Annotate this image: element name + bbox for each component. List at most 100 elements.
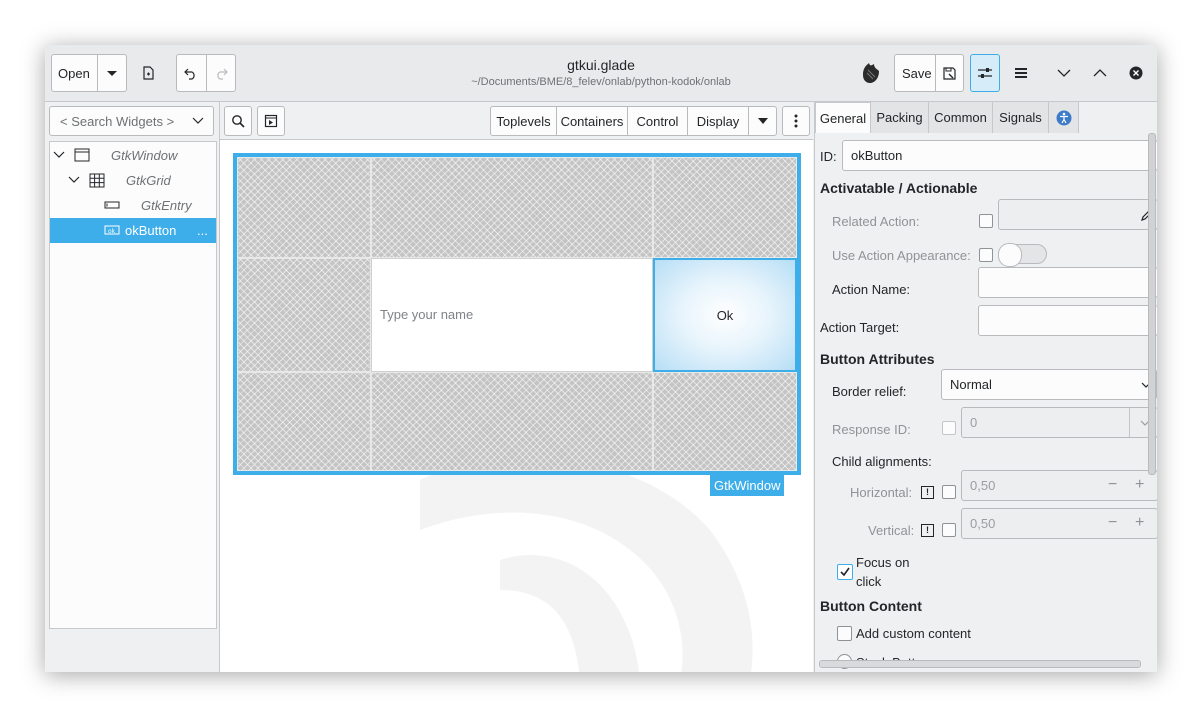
design-area: Toplevels Containers Control Display Typ…	[220, 102, 813, 672]
palette-toolbar: Toplevels Containers Control Display	[220, 102, 813, 140]
general-properties: ID: okButton Activatable / Actionable Re…	[815, 133, 1157, 672]
id-value: okButton	[851, 148, 903, 163]
tab-accessibility[interactable]	[1049, 102, 1079, 133]
search-icon	[232, 115, 245, 128]
horizontal-checkbox[interactable]	[942, 485, 956, 499]
open-button-group: Open	[51, 54, 127, 92]
response-id-combo[interactable]: 0	[961, 407, 1157, 438]
palette-display[interactable]: Display	[687, 106, 749, 136]
new-file-button[interactable]	[135, 54, 161, 92]
use-action-appearance-label: Use Action Appearance:	[832, 248, 971, 263]
add-custom-content-checkbox[interactable]	[837, 626, 852, 641]
vertical-value: 0,50	[970, 516, 996, 531]
minimize-button[interactable]	[1052, 59, 1076, 87]
split-divider	[206, 55, 207, 91]
more-icon	[794, 114, 798, 128]
tree-row-gtkentry[interactable]: GtkEntry	[50, 193, 216, 218]
gtkwindow-preview[interactable]: Type your name Ok	[233, 153, 801, 475]
palette-options-button[interactable]	[782, 106, 810, 136]
section-actionable: Activatable / Actionable	[820, 180, 978, 196]
vertical-checkbox[interactable]	[942, 523, 956, 537]
open-button[interactable]: Open	[58, 66, 90, 81]
horizontal-spin[interactable]: 0,50 − +	[961, 470, 1157, 501]
tree-label: okButton	[125, 223, 177, 238]
window-subtitle: ~/Documents/BME/8_felev/onlab/python-kod…	[471, 76, 731, 88]
save-button-group: Save	[894, 54, 964, 92]
preview-icon	[264, 114, 278, 128]
widget-tree-pane: < Search Widgets > GtkWindow GtkGrid Gtk…	[45, 102, 220, 672]
palette-containers[interactable]: Containers	[556, 106, 628, 136]
name-entry-preview[interactable]: Type your name	[371, 258, 653, 372]
palette-search-button[interactable]	[224, 106, 252, 136]
tab-packing[interactable]: Packing	[871, 102, 929, 133]
close-button[interactable]	[1124, 59, 1148, 87]
horizontal-scrollbar[interactable]	[819, 660, 1141, 668]
vertical-scrollbar[interactable]	[1148, 133, 1156, 475]
tab-signals[interactable]: Signals	[993, 102, 1049, 133]
horizontal-increment[interactable]: +	[1135, 476, 1144, 494]
related-action-checkbox[interactable]	[979, 214, 993, 228]
use-action-appearance-switch[interactable]	[998, 243, 1047, 267]
widget-tree: GtkWindow GtkGrid GtkEntry ok okButton .…	[49, 141, 217, 629]
redo-button[interactable]	[214, 66, 228, 83]
tree-row-gtkwindow[interactable]: GtkWindow	[50, 143, 216, 168]
chevron-down-icon[interactable]	[68, 175, 80, 185]
focus-on-click-label-line1: Focus on	[856, 555, 910, 570]
tree-row-more[interactable]: ...	[197, 223, 208, 238]
tree-row-okbutton[interactable]: ok okButton ...	[50, 218, 216, 243]
grid-placeholder[interactable]	[653, 157, 797, 258]
button-widget-icon: ok	[104, 225, 120, 235]
grid-placeholder[interactable]	[237, 258, 371, 372]
add-custom-content-label: Add custom content	[856, 626, 971, 641]
maximize-button[interactable]	[1088, 59, 1112, 87]
grid-placeholder[interactable]	[653, 372, 797, 471]
chevron-down-icon	[757, 118, 768, 124]
properties-toggle-button[interactable]	[970, 54, 1000, 92]
response-id-checkbox[interactable]	[942, 421, 956, 435]
grid-placeholder[interactable]	[237, 157, 371, 258]
related-action-label: Related Action:	[832, 214, 920, 229]
save-button[interactable]: Save	[902, 66, 932, 81]
vertical-decrement[interactable]: −	[1108, 514, 1117, 532]
new-file-icon	[143, 66, 154, 80]
action-target-field[interactable]	[978, 305, 1157, 336]
horizontal-decrement[interactable]: −	[1108, 476, 1117, 494]
id-field[interactable]: okButton	[842, 140, 1157, 171]
palette-control[interactable]: Control	[627, 106, 688, 136]
vertical-increment[interactable]: +	[1135, 514, 1144, 532]
warning-icon: !	[921, 486, 934, 499]
palette-more-dropdown[interactable]	[748, 106, 777, 136]
minimize-icon	[1057, 69, 1071, 77]
focus-on-click-checkbox[interactable]	[837, 564, 853, 580]
undo-button[interactable]	[184, 66, 198, 83]
grid-placeholder[interactable]	[371, 372, 653, 471]
undo-redo-group	[176, 54, 236, 92]
main-menu-button[interactable]	[1007, 54, 1035, 92]
grid-placeholder[interactable]	[371, 157, 653, 258]
property-inspector: General Packing Common Signals ID: okBut…	[814, 102, 1157, 672]
vertical-spin[interactable]: 0,50 − +	[961, 508, 1157, 539]
grid-widget-icon	[89, 173, 105, 188]
ok-button-preview[interactable]: Ok	[653, 258, 797, 372]
preview-button[interactable]	[257, 106, 285, 136]
search-widgets-combo[interactable]: < Search Widgets >	[49, 106, 214, 136]
inspector-tabs: General Packing Common Signals	[815, 102, 1157, 133]
horizontal-value: 0,50	[970, 478, 996, 493]
action-name-field[interactable]	[978, 267, 1157, 298]
tab-common[interactable]: Common	[929, 102, 993, 133]
window-widget-icon	[74, 148, 90, 162]
tree-label: GtkGrid	[126, 173, 171, 188]
border-relief-combo[interactable]: Normal	[941, 369, 1157, 400]
related-action-field[interactable]	[998, 199, 1157, 230]
menu-icon	[1015, 68, 1027, 78]
palette-toplevels[interactable]: Toplevels	[490, 106, 557, 136]
open-recent-dropdown[interactable]	[105, 67, 119, 82]
switch-knob	[998, 243, 1022, 267]
tree-row-gtkgrid[interactable]: GtkGrid	[50, 168, 216, 193]
chevron-down-icon[interactable]	[53, 150, 65, 160]
tab-general[interactable]: General	[815, 102, 871, 133]
use-action-appearance-checkbox[interactable]	[979, 248, 993, 262]
grid-placeholder[interactable]	[237, 372, 371, 471]
save-as-button[interactable]	[942, 66, 956, 83]
design-canvas[interactable]: Type your name Ok GtkWindow	[220, 140, 813, 672]
